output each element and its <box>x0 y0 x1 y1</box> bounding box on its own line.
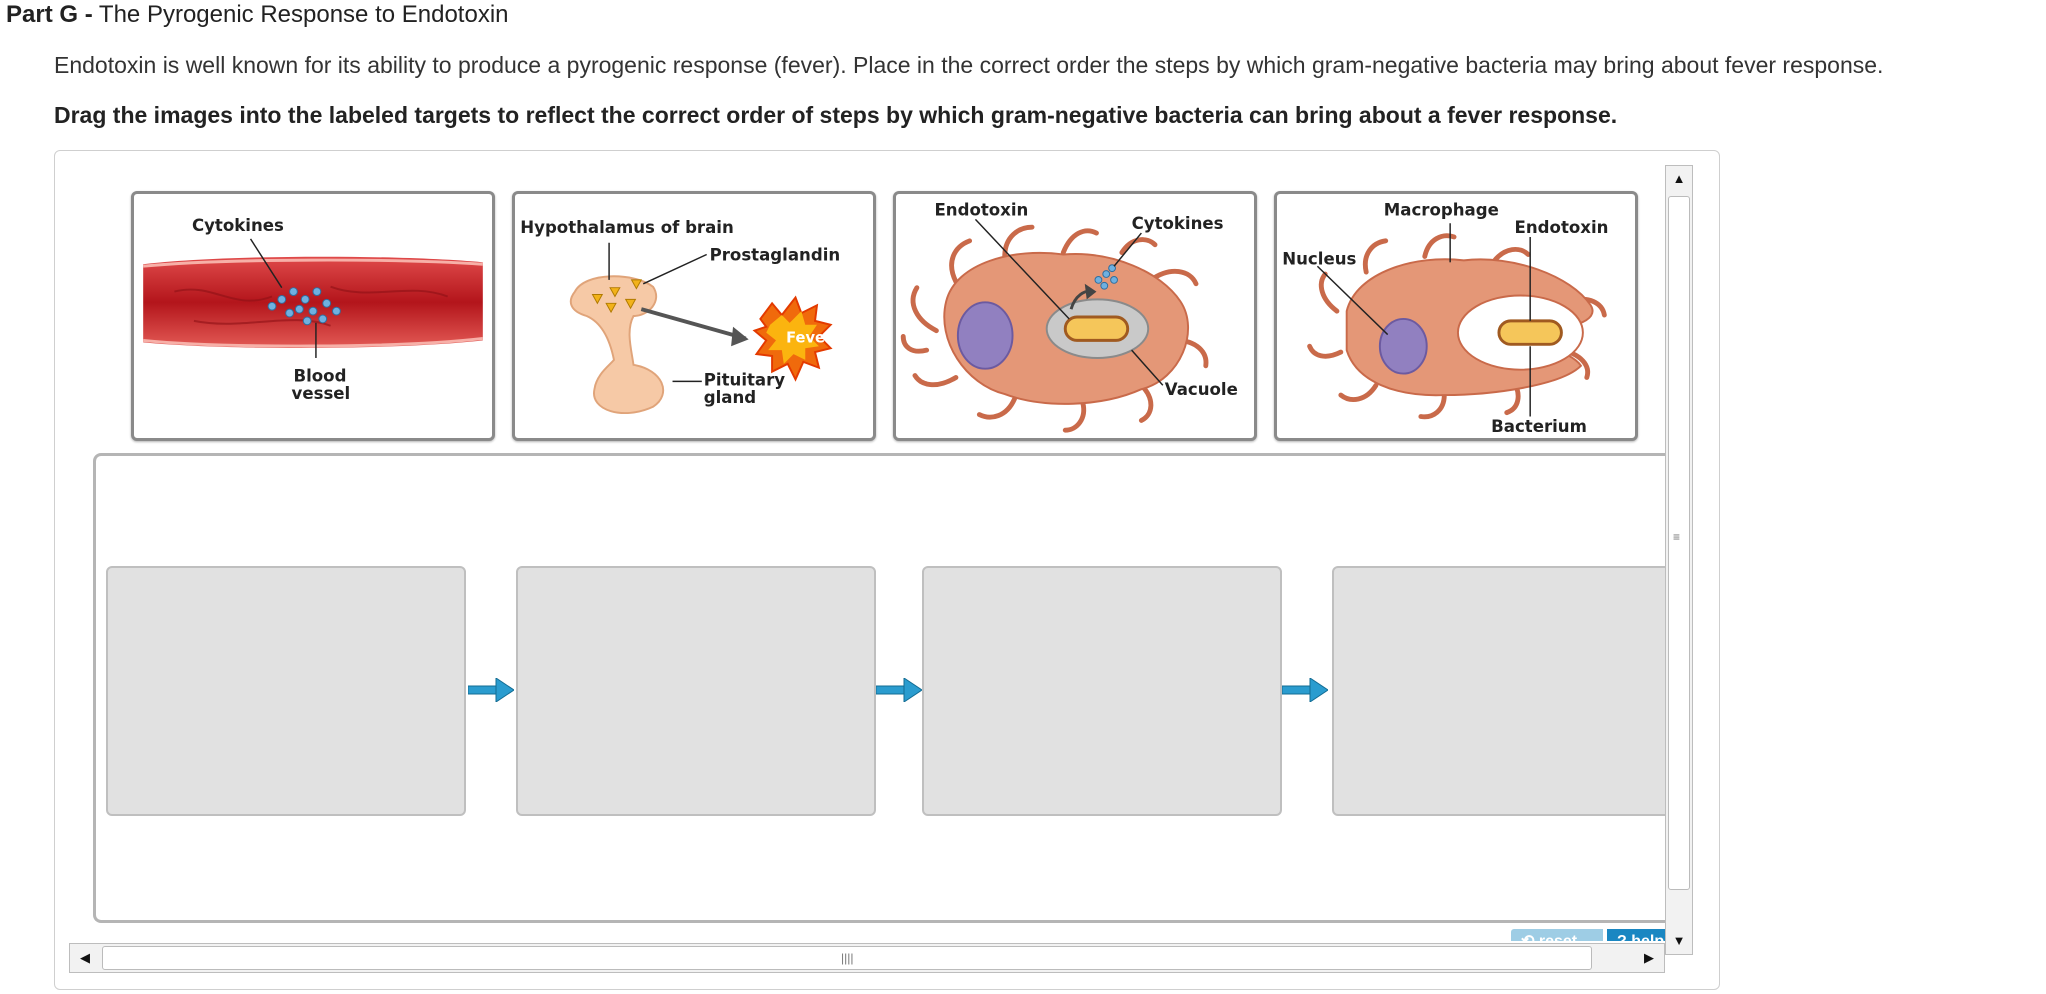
draggable-card-hypothalamus[interactable]: Fever Hypothalamus of brain Prostaglandi… <box>512 191 876 441</box>
label-pituitary: Pituitary <box>704 370 786 389</box>
label-fever: Fever <box>786 329 833 346</box>
step-arrow-icon <box>876 678 922 702</box>
grip-icon: ≡ <box>1673 530 1681 544</box>
label-vacuole: Vacuole <box>1165 380 1238 399</box>
label-blood: Blood <box>293 366 346 385</box>
label-endotoxin: Endotoxin <box>1515 218 1609 237</box>
label-gland: gland <box>704 388 756 407</box>
label-hypothalamus: Hypothalamus of brain <box>520 218 734 237</box>
label-nucleus: Nucleus <box>1282 249 1356 268</box>
horizontal-scroll-thumb[interactable]: |||| <box>102 946 1592 970</box>
drop-target-2[interactable] <box>516 566 876 816</box>
vertical-scrollbar[interactable]: ▲ ≡ ▼ <box>1665 165 1693 955</box>
intro-text: Endotoxin is well known for its ability … <box>54 52 1884 78</box>
step-arrow-icon <box>468 678 514 702</box>
step-arrow-icon <box>1282 678 1328 702</box>
scroll-up-icon[interactable]: ▲ <box>1666 166 1692 192</box>
label-bacterium: Bacterium <box>1491 417 1587 436</box>
drop-target-3[interactable] <box>922 566 1282 816</box>
help-label: help <box>1631 933 1664 941</box>
scroll-right-icon[interactable]: ▶ <box>1636 945 1662 971</box>
help-button[interactable]: ? help <box>1607 929 1665 941</box>
scroll-left-icon[interactable]: ◀ <box>72 945 98 971</box>
part-label: Part G - <box>6 1 93 28</box>
label-macrophage: Macrophage <box>1384 200 1499 219</box>
grip-icon: |||| <box>841 951 854 965</box>
horizontal-scrollbar[interactable]: ◀ |||| ▶ <box>69 943 1665 973</box>
draggable-card-vacuole[interactable]: Endotoxin Cytokines Vacuole <box>893 191 1257 441</box>
part-title-text: The Pyrogenic Response to Endotoxin <box>98 1 509 28</box>
reset-label: reset <box>1539 933 1577 941</box>
draggable-card-blood-vessel[interactable]: Cytokines Blood vessel <box>131 191 495 441</box>
label-cytokines: Cytokines <box>192 216 284 235</box>
drag-drop-widget: Cytokines Blood vessel Fever Hypothalamu… <box>54 150 1720 990</box>
help-icon: ? <box>1617 933 1631 941</box>
drop-target-4[interactable] <box>1332 566 1665 816</box>
reset-button[interactable]: ⟲ reset <box>1511 929 1603 941</box>
draggable-card-macrophage[interactable]: Macrophage Endotoxin Nucleus Bacterium <box>1274 191 1638 441</box>
part-title: Part G - The Pyrogenic Response to Endot… <box>6 0 509 30</box>
widget-viewport: Cytokines Blood vessel Fever Hypothalamu… <box>55 151 1665 941</box>
reset-icon: ⟲ <box>1521 933 1539 941</box>
drop-zone <box>93 453 1665 923</box>
label-prostaglandin: Prostaglandin <box>710 245 841 264</box>
label-endotoxin: Endotoxin <box>934 200 1028 219</box>
label-vessel: vessel <box>292 384 351 403</box>
instruction-text: Drag the images into the labeled targets… <box>54 102 1618 128</box>
drop-target-1[interactable] <box>106 566 466 816</box>
label-cytokines: Cytokines <box>1132 214 1224 233</box>
scroll-down-icon[interactable]: ▼ <box>1666 928 1692 954</box>
vertical-scroll-thumb[interactable]: ≡ <box>1668 196 1690 890</box>
